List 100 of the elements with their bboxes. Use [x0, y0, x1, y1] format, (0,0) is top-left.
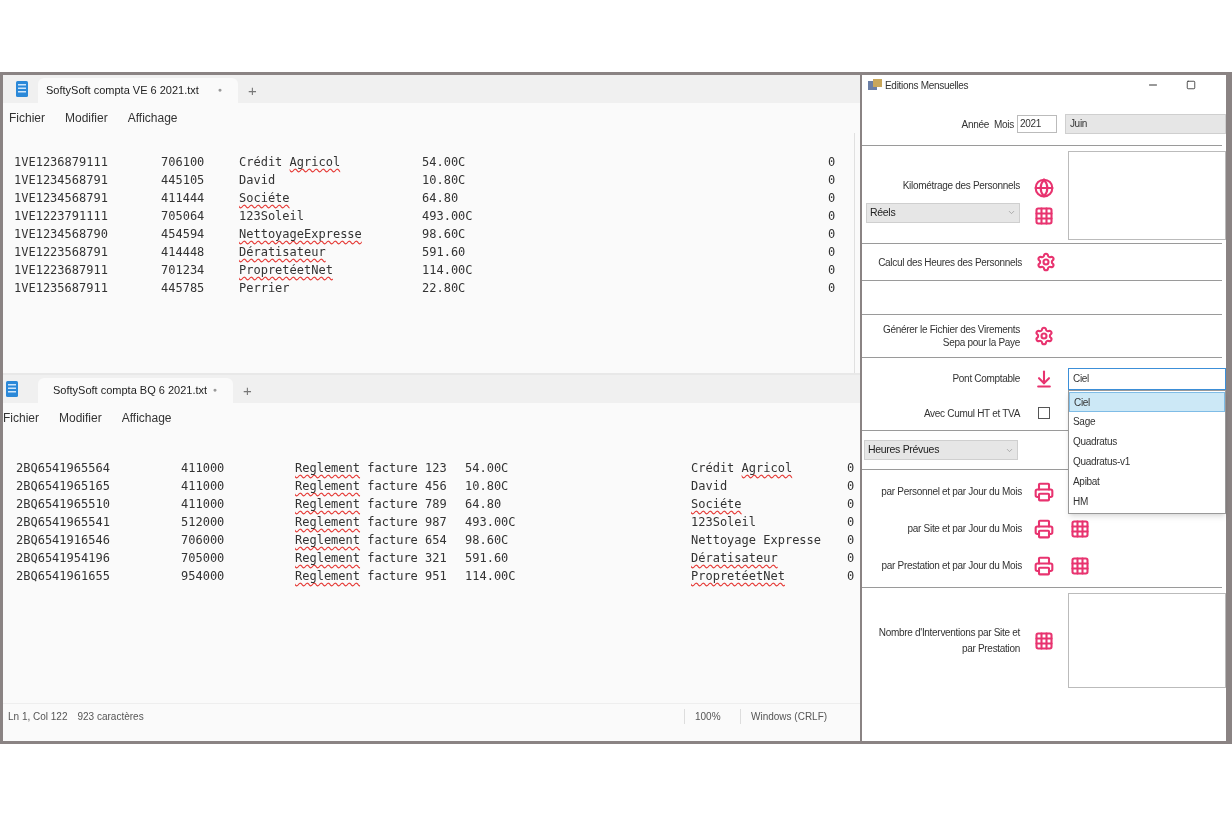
grid-icon[interactable] — [1070, 518, 1090, 539]
accounting-bridge-select[interactable]: Ciel — [1068, 367, 1226, 390]
maximize-icon[interactable] — [1186, 80, 1196, 90]
text-cell-text: 706100 — [161, 154, 206, 171]
download-icon[interactable] — [1034, 368, 1054, 389]
hours-type-select[interactable]: Heures Prévues — [864, 440, 1018, 460]
cursor-position: Ln 1, Col 122 — [7, 710, 68, 724]
text-cell-text: 0 — [847, 514, 856, 531]
menu-item[interactable]: Modifier — [65, 109, 108, 127]
text-cell-text: Dératisateur — [239, 244, 327, 261]
text-cell-text: 0 — [828, 280, 837, 297]
gear-icon[interactable] — [1036, 252, 1056, 272]
dropdown-option[interactable]: Quadratus — [1069, 431, 1225, 452]
text-cell-text: 493.00C — [422, 208, 474, 225]
text-cell-text: 2BQ6541965564 — [16, 460, 111, 477]
year-field[interactable]: 2021 — [1016, 115, 1057, 133]
text-cell-text: Reglement facture 456 — [295, 478, 448, 495]
year-label: Année — [960, 117, 989, 132]
text-cell-text: David — [690, 478, 729, 495]
month-label: Mois — [994, 117, 1014, 132]
text-cell-text: 0 — [828, 172, 837, 189]
text-cell-text: 493.00C — [465, 514, 517, 531]
text-cell-text: 0 — [828, 208, 837, 225]
text-cell-text: NettoyageExpresse — [239, 226, 363, 243]
text-cell-text: 54.00C — [465, 460, 510, 477]
text-cell-text: 114.00C — [422, 262, 474, 279]
grid-icon[interactable] — [1034, 630, 1054, 651]
window-title: Editions Mensuelles — [885, 78, 970, 93]
printer-icon[interactable] — [1034, 518, 1054, 539]
dropdown-option[interactable]: Ciel — [1069, 391, 1225, 412]
text-cell-text: Crédit Agricol — [239, 154, 342, 171]
menu-item[interactable]: Fichier — [9, 109, 45, 127]
text-cell-text: 1VE1223568791 — [14, 244, 109, 261]
text-cell-text: 1VE1223687911 — [14, 262, 109, 279]
text-cell-text: Reglement facture 321 — [295, 550, 448, 567]
menu-item[interactable]: Affichage — [121, 409, 172, 427]
menu-item[interactable]: Affichage — [127, 109, 178, 127]
text-cell-text: 445785 — [161, 280, 206, 297]
text-cell-text: 1VE1223791111 — [14, 208, 109, 225]
text-cell-text: Sociéte — [690, 496, 743, 513]
text-cell-text: Sociéte — [239, 190, 291, 207]
dropdown-option[interactable]: Sage — [1069, 411, 1225, 432]
printer-icon[interactable] — [1034, 555, 1054, 576]
text-cell-text: 0 — [847, 478, 856, 495]
mileage-label: Kilométrage des Personnels — [902, 178, 1020, 193]
text-cell-text: 123Soleil — [239, 208, 306, 225]
text-cell-text: 0 — [828, 262, 837, 279]
new-tab-button[interactable]: + — [233, 378, 262, 403]
text-cell-text: 454594 — [161, 226, 206, 243]
text-cell-text: 2BQ6541954196 — [16, 550, 111, 567]
text-cell-text: 0 — [847, 568, 856, 585]
text-cell-text: Nettoyage Expresse — [690, 532, 823, 549]
text-cell-text: 411444 — [161, 190, 206, 207]
text-cell-text: 705064 — [161, 208, 206, 225]
month-select[interactable]: Juin — [1064, 114, 1226, 134]
text-cell-text: Reglement facture 654 — [295, 532, 448, 549]
printer-icon[interactable] — [1034, 481, 1054, 502]
text-cell-text: 114.00C — [465, 568, 517, 585]
text-cell-text: 10.80C — [465, 478, 510, 495]
text-cell-text: 98.60C — [422, 226, 467, 243]
text-cell-text: 1VE1236879111 — [14, 154, 109, 171]
notepad-icon — [16, 81, 28, 97]
text-cell-text: 2BQ6541965510 — [16, 496, 111, 513]
dropdown-option[interactable]: Quadratus-v1 — [1069, 451, 1225, 472]
text-cell-text: 123Soleil — [690, 514, 758, 531]
text-cell-text: 591.60 — [465, 550, 510, 567]
text-cell-text: 2BQ6541965165 — [16, 478, 111, 495]
text-cell-text: 706000 — [181, 532, 226, 549]
grid-icon[interactable] — [1034, 206, 1054, 226]
checkbox[interactable] — [1038, 407, 1050, 419]
report-label: par Personnel et par Jour du Mois — [880, 485, 1022, 499]
text-cell-text: 445105 — [161, 172, 206, 189]
text-cell-text: 1VE1234568791 — [14, 190, 109, 207]
text-cell-text: 411000 — [181, 478, 226, 495]
dropdown-option[interactable]: Apibat — [1069, 471, 1225, 492]
text-cell-text: 701234 — [161, 262, 206, 279]
chevron-icon — [1007, 208, 1016, 217]
menu-item[interactable]: Modifier — [59, 409, 102, 427]
line-endings: Windows (CRLF) — [740, 709, 860, 724]
text-cell-text: Reglement facture 951 — [295, 568, 448, 585]
text-cell-text: Reglement facture 987 — [295, 514, 448, 531]
text-cell-text: 1VE1234568790 — [14, 226, 109, 243]
text-cell-text: 0 — [847, 460, 856, 477]
grid-icon[interactable] — [1070, 555, 1090, 576]
gear-icon[interactable] — [1034, 326, 1054, 346]
menu-item[interactable]: Fichier — [3, 409, 39, 427]
text-cell-text: PropretéetNet — [690, 568, 786, 585]
mileage-select[interactable]: Réels — [866, 202, 1020, 223]
cumul-label: Avec Cumul HT et TVA — [922, 406, 1020, 421]
character-count: 923 caractères — [76, 710, 145, 724]
text-cell-text: 414448 — [161, 244, 206, 261]
text-cell-text: 411000 — [181, 496, 226, 513]
text-cell-text: PropretéetNet — [239, 262, 334, 279]
globe-icon[interactable] — [1034, 178, 1054, 198]
text-cell-text: 0 — [828, 190, 837, 207]
text-cell-text: 512000 — [181, 514, 226, 531]
text-cell-text: 0 — [828, 154, 837, 171]
new-tab-button[interactable]: + — [238, 78, 267, 103]
dropdown-option[interactable]: HM — [1069, 491, 1225, 512]
text-cell-text: 0 — [847, 532, 856, 549]
